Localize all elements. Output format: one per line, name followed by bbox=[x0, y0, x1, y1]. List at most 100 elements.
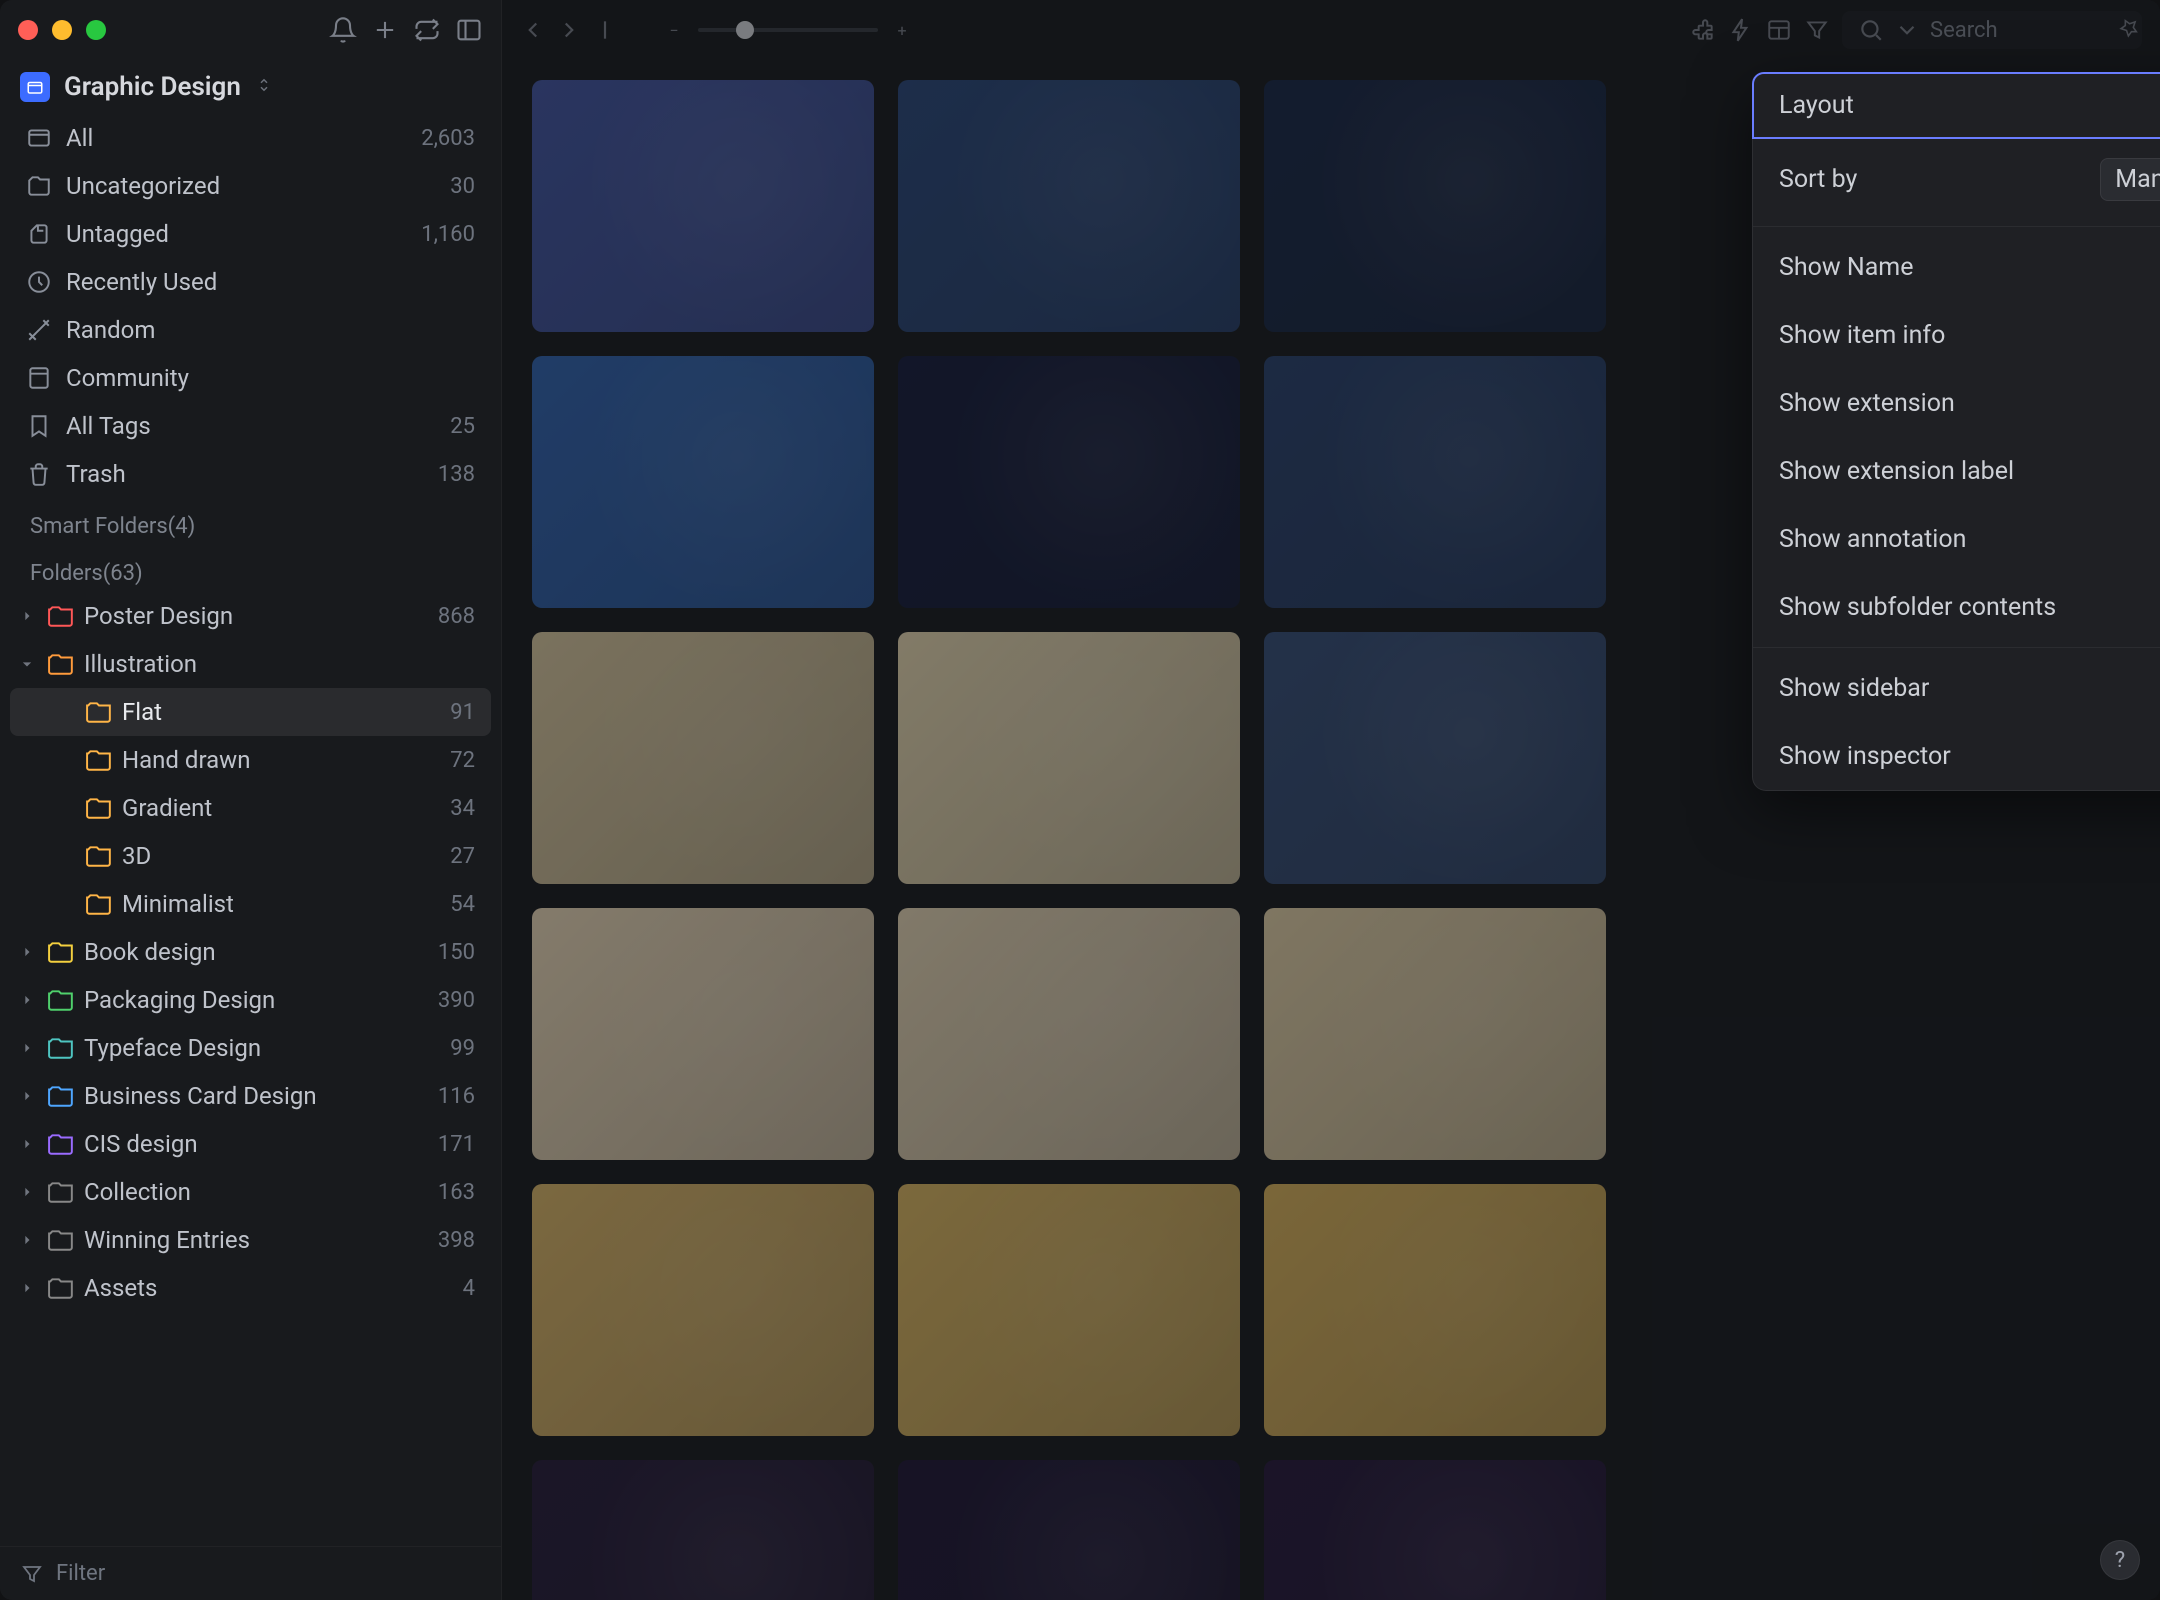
smart-folders-header[interactable]: Smart Folders(4) bbox=[10, 498, 491, 545]
nav-forward-icon[interactable] bbox=[556, 17, 582, 43]
filter-funnel-icon[interactable] bbox=[1804, 17, 1830, 43]
toggle-show-item-info: Show item info bbox=[1753, 301, 2160, 369]
thumbnail[interactable] bbox=[532, 80, 874, 332]
sidebar-item-uncategorized[interactable]: Uncategorized30 bbox=[10, 162, 491, 210]
toggle-show-sidebar: Show sidebar bbox=[1753, 654, 2160, 722]
zoom-out-icon[interactable]: − bbox=[662, 18, 686, 42]
chevron-icon[interactable] bbox=[16, 1277, 38, 1299]
thumbnail[interactable] bbox=[898, 908, 1240, 1160]
thumbnail[interactable] bbox=[1264, 356, 1606, 608]
sidebar-item-recently-used[interactable]: Recently Used bbox=[10, 258, 491, 306]
maximize-window-icon[interactable] bbox=[86, 20, 106, 40]
sidebar-item-community[interactable]: Community bbox=[10, 354, 491, 402]
window-controls[interactable] bbox=[18, 20, 106, 40]
filter-input[interactable]: Filter bbox=[0, 1546, 501, 1600]
folder-hand-drawn[interactable]: Hand drawn72 bbox=[10, 736, 491, 784]
thumbnail[interactable] bbox=[532, 908, 874, 1160]
search-input[interactable]: Search bbox=[1842, 11, 2142, 49]
folder-collection[interactable]: Collection163 bbox=[10, 1168, 491, 1216]
sidebar-item-random[interactable]: Random bbox=[10, 306, 491, 354]
zoom-in-icon[interactable]: + bbox=[890, 18, 914, 42]
breadcrumb-separator-icon bbox=[592, 17, 618, 43]
thumbnail[interactable] bbox=[1264, 632, 1606, 884]
folder-cis-design[interactable]: CIS design171 bbox=[10, 1120, 491, 1168]
thumbnail[interactable] bbox=[532, 1184, 874, 1436]
toggle-show-subfolder-contents: Show subfolder contents bbox=[1753, 573, 2160, 641]
folder-packaging-design[interactable]: Packaging Design390 bbox=[10, 976, 491, 1024]
thumbnail[interactable] bbox=[898, 356, 1240, 608]
sidebar-item-all[interactable]: All2,603 bbox=[10, 114, 491, 162]
layout-icon[interactable] bbox=[1766, 17, 1792, 43]
filter-placeholder: Filter bbox=[56, 1561, 105, 1586]
chevron-icon[interactable] bbox=[16, 1085, 38, 1107]
sidebar-item-trash[interactable]: Trash138 bbox=[10, 450, 491, 498]
notification-icon[interactable] bbox=[329, 16, 357, 44]
folder-book-design[interactable]: Book design150 bbox=[10, 928, 491, 976]
toggle-show-name: Show Name bbox=[1753, 233, 2160, 301]
thumbnail[interactable] bbox=[898, 1184, 1240, 1436]
sort-row: Sort by Manual bbox=[1753, 138, 2160, 220]
chevron-icon[interactable] bbox=[16, 1133, 38, 1155]
toggle-show-annotation: Show annotation bbox=[1753, 505, 2160, 573]
folder-poster-design[interactable]: Poster Design868 bbox=[10, 592, 491, 640]
thumbnail[interactable] bbox=[898, 632, 1240, 884]
folder-minimalist[interactable]: Minimalist54 bbox=[10, 880, 491, 928]
help-button[interactable]: ? bbox=[2100, 1540, 2140, 1580]
sidebar-item-all-tags[interactable]: All Tags25 bbox=[10, 402, 491, 450]
sort-value-dropdown[interactable]: Manual bbox=[2100, 158, 2160, 201]
chevron-icon[interactable] bbox=[16, 1229, 38, 1251]
thumbnail[interactable] bbox=[532, 632, 874, 884]
library-header[interactable]: Graphic Design bbox=[0, 60, 501, 108]
folder-assets[interactable]: Assets4 bbox=[10, 1264, 491, 1312]
view-options-popover: Layout Justified Sort by Manual bbox=[1752, 72, 2160, 791]
thumbnail[interactable] bbox=[1264, 1184, 1606, 1436]
thumbnail[interactable] bbox=[532, 1460, 874, 1600]
folder-typeface-design[interactable]: Typeface Design99 bbox=[10, 1024, 491, 1072]
chevron-icon[interactable] bbox=[16, 1037, 38, 1059]
action-icon[interactable] bbox=[1728, 17, 1754, 43]
library-icon bbox=[20, 72, 50, 102]
layout-label: Layout bbox=[1779, 91, 1854, 120]
search-icon bbox=[1858, 17, 1884, 43]
chevron-down-icon bbox=[1894, 17, 1920, 43]
zoom-slider[interactable]: − + bbox=[662, 18, 914, 42]
chevron-updown-icon bbox=[255, 76, 273, 98]
toggle-show-inspector: Show inspector bbox=[1753, 722, 2160, 790]
toggle-show-extension-label: Show extension label bbox=[1753, 437, 2160, 505]
thumbnail[interactable] bbox=[1264, 80, 1606, 332]
chevron-icon[interactable] bbox=[16, 989, 38, 1011]
layout-row[interactable]: Layout Justified bbox=[1752, 72, 2160, 139]
chevron-icon[interactable] bbox=[16, 941, 38, 963]
main: − + Search bbox=[502, 0, 2160, 1600]
pin-icon[interactable] bbox=[2116, 15, 2142, 45]
toggle-show-extension: Show extension bbox=[1753, 369, 2160, 437]
close-window-icon[interactable] bbox=[18, 20, 38, 40]
library-title: Graphic Design bbox=[64, 72, 241, 102]
folder-illustration[interactable]: Illustration bbox=[10, 640, 491, 688]
add-icon[interactable] bbox=[371, 16, 399, 44]
sidebar-item-untagged[interactable]: Untagged1,160 bbox=[10, 210, 491, 258]
search-placeholder: Search bbox=[1930, 18, 1998, 43]
folder-gradient[interactable]: Gradient34 bbox=[10, 784, 491, 832]
chevron-icon[interactable] bbox=[16, 1181, 38, 1203]
folder-business-card-design[interactable]: Business Card Design116 bbox=[10, 1072, 491, 1120]
sync-icon[interactable] bbox=[413, 16, 441, 44]
extension-icon[interactable] bbox=[1690, 17, 1716, 43]
thumbnail[interactable] bbox=[898, 80, 1240, 332]
thumbnail[interactable] bbox=[1264, 1460, 1606, 1600]
sort-label: Sort by bbox=[1779, 165, 1857, 194]
chevron-icon[interactable] bbox=[16, 605, 38, 627]
thumbnail[interactable] bbox=[532, 356, 874, 608]
folder-flat[interactable]: Flat91 bbox=[10, 688, 491, 736]
sidebar-toggle-icon[interactable] bbox=[455, 16, 483, 44]
nav-back-icon[interactable] bbox=[520, 17, 546, 43]
folder-winning-entries[interactable]: Winning Entries398 bbox=[10, 1216, 491, 1264]
chevron-icon[interactable] bbox=[16, 653, 38, 675]
folders-header[interactable]: Folders(63) bbox=[10, 545, 491, 592]
minimize-window-icon[interactable] bbox=[52, 20, 72, 40]
thumbnail-grid[interactable] bbox=[532, 80, 1652, 1580]
filter-icon bbox=[20, 1562, 44, 1586]
thumbnail[interactable] bbox=[898, 1460, 1240, 1600]
folder-3d[interactable]: 3D27 bbox=[10, 832, 491, 880]
thumbnail[interactable] bbox=[1264, 908, 1606, 1160]
